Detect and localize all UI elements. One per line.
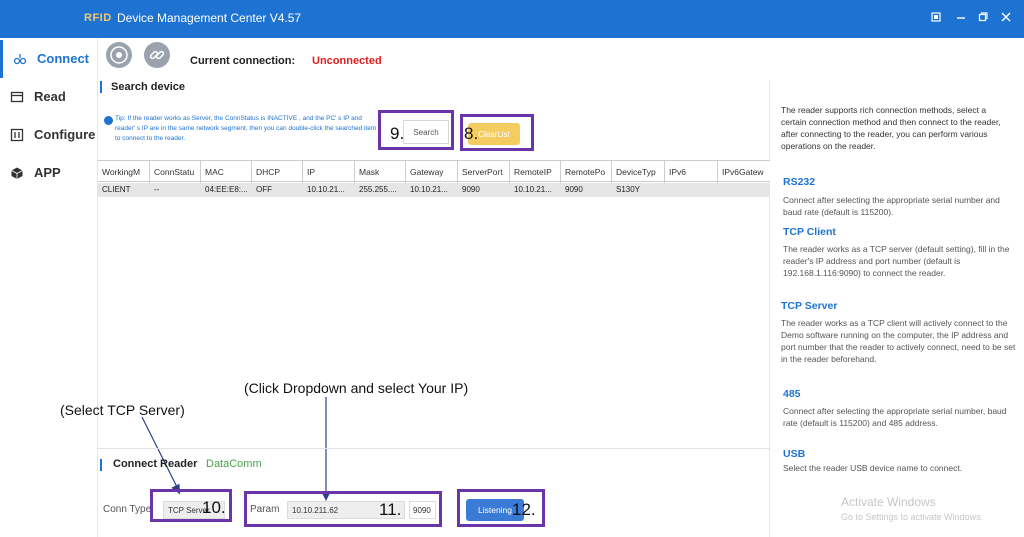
column-header[interactable]: MAC (201, 161, 252, 183)
help-body-tcp-server: The reader works as a TCP client will ac… (781, 318, 1016, 364)
help-heading-485: 485 (783, 388, 801, 400)
table-cell: 255.255.... (359, 185, 397, 194)
sidebar-item-connect[interactable]: Connect (0, 40, 98, 78)
sidebar-item-read[interactable]: Read (0, 78, 98, 116)
card-icon (10, 90, 24, 104)
activate-windows-title: Activate Windows (841, 495, 936, 509)
activate-windows-subtitle: Go to Settings to activate Windows. (841, 512, 984, 522)
column-header[interactable]: WorkingM (98, 161, 150, 183)
app-window: RFID Device Management Center V4.57 Conn… (0, 0, 1024, 537)
current-connection-label: Current connection: (190, 55, 296, 67)
table-cell: 04:EE:E8:... (205, 185, 248, 194)
help-body-usb: Select the reader USB device name to con… (783, 463, 963, 473)
window-title: Device Management Center V4.57 (117, 11, 302, 25)
help-panel: The reader supports rich connection meth… (772, 80, 1024, 537)
help-body-485: Connect after selecting the appropriate … (783, 406, 1007, 428)
help-heading-usb: USB (783, 448, 806, 460)
callout-number-param: 11. (379, 500, 402, 519)
tip-text: Tip: If the reader works as Server, the … (115, 115, 377, 142)
sidebar-item-configure[interactable]: Configure (0, 116, 98, 154)
sliders-icon (10, 128, 24, 142)
connection-header: Current connection: Unconnected (98, 38, 1024, 80)
column-header[interactable]: ServerPort (458, 161, 510, 183)
search-device-title: Search device (111, 81, 185, 93)
help-intro: The reader supports rich connection meth… (781, 105, 1001, 151)
section-marker (100, 81, 102, 93)
restore-icon[interactable] (929, 11, 943, 25)
device-search-button[interactable] (106, 42, 132, 68)
help-heading-tcp-server: TCP Server (781, 300, 838, 312)
plug-icon (13, 52, 27, 66)
arrow-to-param (321, 397, 331, 501)
table-cell: 10.10.21... (307, 185, 345, 194)
link-icon[interactable] (144, 42, 170, 68)
callout-number-clear: 8. (464, 124, 479, 143)
help-heading-tcp-client: TCP Client (783, 226, 836, 238)
minimize-icon[interactable] (954, 11, 968, 25)
help-body-rs232: Connect after selecting the appropriate … (783, 195, 1000, 217)
tab-datacomm[interactable]: DataComm (206, 458, 262, 470)
sidebar-item-app[interactable]: APP (0, 154, 98, 192)
table-cell: CLIENT (102, 185, 131, 194)
section-marker (100, 459, 102, 471)
close-icon[interactable] (999, 11, 1013, 25)
callout-number-search: 9. (390, 124, 405, 143)
table-header: WorkingM ConnStatu MAC DHCP IP Mask Gate… (98, 160, 770, 183)
column-header[interactable]: ConnStatu (150, 161, 201, 183)
cube-icon (10, 166, 24, 180)
connection-status: Unconnected (312, 55, 382, 67)
table-cell: 9090 (462, 185, 480, 194)
table-cell: OFF (256, 185, 272, 194)
sidebar: Connect Read Configure APP (0, 38, 98, 537)
table-cell: 10.10.21... (514, 185, 552, 194)
connect-reader-title: Connect Reader (113, 458, 198, 470)
table-cell: -- (154, 185, 160, 194)
section-divider (98, 448, 770, 449)
sidebar-item-label: Read (34, 89, 66, 104)
column-header[interactable]: DeviceTyp (612, 161, 665, 183)
callout-number-conn-type: 10. (202, 498, 226, 517)
column-header[interactable]: DHCP (252, 161, 303, 183)
info-icon (104, 116, 113, 125)
maximize-icon[interactable] (976, 11, 990, 25)
help-heading-rs232: RS232 (783, 176, 816, 188)
sidebar-item-label: Configure (34, 127, 96, 142)
sidebar-item-label: Connect (37, 51, 89, 66)
main-panel: Search device Tip: If the reader works a… (60, 80, 770, 537)
column-header[interactable]: Mask (355, 161, 406, 183)
column-header[interactable]: RemoteIP (510, 161, 561, 183)
column-header[interactable]: IPv6Gatew (718, 161, 770, 183)
table-cell: 10.10.21... (410, 185, 448, 194)
annotation-dropdown: (Click Dropdown and select Your IP) (244, 380, 469, 396)
sidebar-item-label: APP (34, 165, 61, 180)
column-header[interactable]: IP (303, 161, 355, 183)
table-row[interactable]: CLIENT -- 04:EE:E8:... OFF 10.10.21... 2… (98, 183, 770, 197)
help-body-tcp-client: The reader works as a TCP server (defaul… (783, 244, 1010, 278)
app-logo: RFID (84, 12, 112, 24)
callout-box-param (244, 491, 442, 527)
conn-type-label: Conn Type (103, 504, 152, 515)
column-header[interactable]: IPv6 (665, 161, 718, 183)
table-cell: S130Y (616, 185, 641, 194)
callout-number-listen: 12. (512, 500, 536, 519)
column-header[interactable]: Gateway (406, 161, 458, 183)
table-cell: 9090 (565, 185, 583, 194)
title-bar: RFID Device Management Center V4.57 (0, 0, 1024, 38)
column-header[interactable]: RemotePo (561, 161, 612, 183)
